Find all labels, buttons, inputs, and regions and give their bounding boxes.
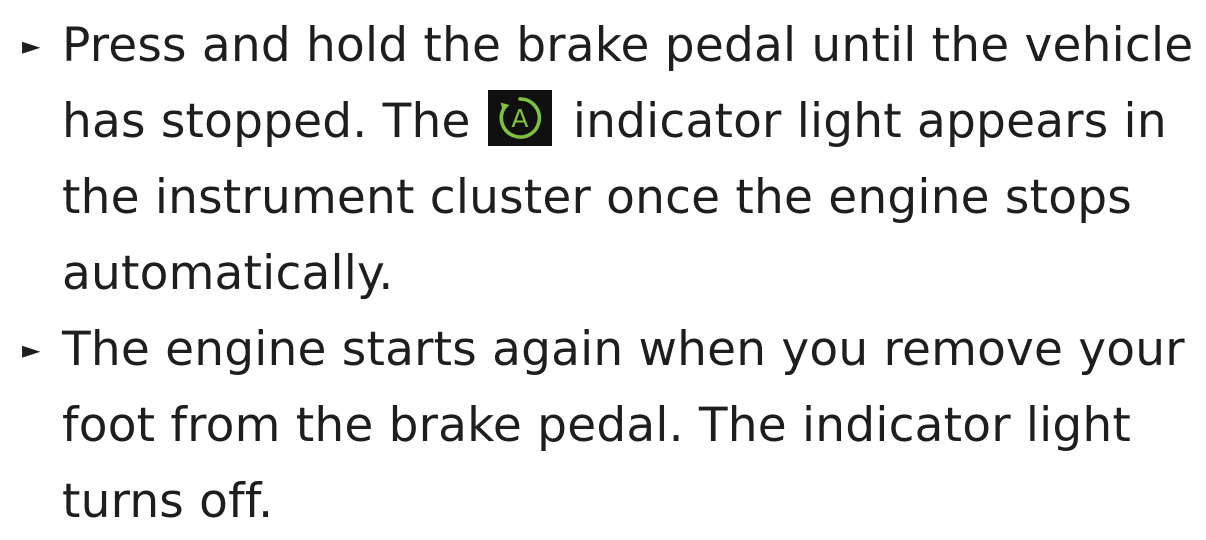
- step-2: ► The engine starts again when you remov…: [0, 312, 1206, 540]
- step-2-line-2: foot from the brake pedal. The indicator…: [62, 398, 1132, 453]
- step-2-line-1: The engine starts again when you remove …: [62, 322, 1185, 377]
- instruction-steps: ► Press and hold the brake pedal until t…: [0, 0, 1206, 540]
- step-1-line-1: Press and hold the brake pedal until the…: [62, 18, 1194, 73]
- icon-letter: A: [511, 104, 528, 133]
- step-1-line-2-end: indicator light appears in: [572, 94, 1167, 149]
- bullet-arrow-icon: ►: [22, 32, 41, 60]
- auto-start-stop-icon: A: [487, 90, 552, 146]
- step-1-line-2-start: has stopped. The: [62, 94, 471, 149]
- step-1: ► Press and hold the brake pedal until t…: [0, 0, 1206, 312]
- bullet-arrow-icon: ►: [22, 336, 41, 364]
- step-1-line-4: automatically.: [62, 246, 394, 301]
- step-2-line-3: turns off.: [62, 474, 274, 529]
- step-1-line-3: the instrument cluster once the engine s…: [62, 170, 1132, 225]
- step-1-line-2: has stopped. The A indicator light appea…: [62, 84, 1206, 160]
